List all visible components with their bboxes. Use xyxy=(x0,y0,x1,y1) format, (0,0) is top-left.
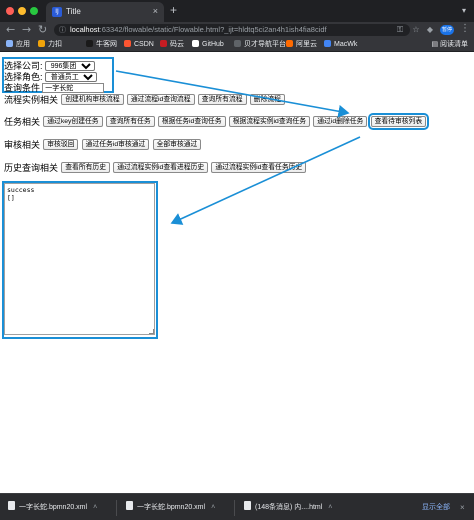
query-all-tasks-button[interactable]: 查询所有任务 xyxy=(105,116,155,127)
query-input[interactable] xyxy=(42,82,105,93)
download-item-1[interactable]: 一字长蛇.bpmn20.xml ˄ xyxy=(8,501,97,515)
bookmark-nav-platform[interactable]: 贝才导航平台 xyxy=(234,40,286,50)
divider xyxy=(234,500,235,516)
view-process-history-button[interactable]: 通过流程实例id查看进程历史 xyxy=(113,162,209,173)
review-section: 审核相关 审核驳回 通过任务id审核通过 全部审核通过 xyxy=(4,138,202,151)
extension-icon[interactable]: ◆ xyxy=(424,24,436,36)
role-select[interactable]: 普通员工 xyxy=(44,71,97,82)
address-bar[interactable]: ⓘ localhost:63342/flowable/static/Flowab… xyxy=(54,24,410,36)
reading-list-icon: ▤ xyxy=(431,41,440,48)
nav-platform-icon xyxy=(234,40,241,47)
tab-title: Title xyxy=(66,7,81,16)
view-task-history-button[interactable]: 通过流程实例id查看任务历史 xyxy=(211,162,307,173)
macwk-icon xyxy=(324,40,331,47)
history-section-label: 历史查询相关 xyxy=(4,163,59,173)
company-select[interactable]: 996集团 xyxy=(44,60,95,71)
file-icon xyxy=(126,501,133,510)
aliyun-icon xyxy=(286,40,293,47)
view-pending-review-list-button[interactable]: 查看待审核列表 xyxy=(367,113,430,130)
back-arrow-icon[interactable]: ← xyxy=(6,23,15,37)
create-review-process-button[interactable]: 创建机构审核流程 xyxy=(61,94,124,105)
download-item-2[interactable]: 一字长蛇.bpmn20.xml ˄ xyxy=(126,501,215,515)
nowcoder-icon xyxy=(86,40,93,47)
bookmark-macwk[interactable]: MacWk xyxy=(324,40,357,50)
profile-avatar[interactable]: 暂停 xyxy=(440,25,454,35)
file-icon xyxy=(8,501,15,510)
close-icon[interactable]: × xyxy=(460,501,465,515)
chevron-down-icon[interactable]: ˄ xyxy=(328,504,332,511)
leetcode-icon xyxy=(38,40,45,47)
delete-process-button[interactable]: 删除流程 xyxy=(249,94,285,105)
divider xyxy=(116,500,117,516)
window-titlebar: IJ Title × + ▾ xyxy=(0,0,474,22)
approve-all-button[interactable]: 全部审核通过 xyxy=(152,139,202,150)
tab-search-chevron-icon[interactable]: ▾ xyxy=(462,6,466,15)
approve-by-task-id-button[interactable]: 通过任务id审核通过 xyxy=(81,139,150,150)
bookmark-leetcode[interactable]: 力扣 xyxy=(38,40,62,50)
chevron-down-icon[interactable]: ˄ xyxy=(93,504,97,511)
show-all-downloads-link[interactable]: 显示全部 xyxy=(422,501,450,515)
page-content: 选择公司: 996集团 选择角色: 普通员工 查询条件 流程实例相关 创建机构审… xyxy=(0,53,474,493)
review-section-label: 审核相关 xyxy=(4,140,41,150)
bookmark-github[interactable]: GitHub xyxy=(192,40,224,50)
github-icon xyxy=(192,40,199,47)
apps-grid-icon xyxy=(6,40,13,47)
history-section: 历史查询相关 查看所有历史 通过流程实例id查看进程历史 通过流程实例id查看任… xyxy=(4,161,307,174)
view-all-history-button[interactable]: 查看所有历史 xyxy=(61,162,111,173)
more-menu-icon[interactable]: ⋮ xyxy=(460,23,470,34)
query-task-by-instance-id-button[interactable]: 根据流程实例id查询任务 xyxy=(228,116,311,127)
browser-tab[interactable]: IJ Title × xyxy=(46,2,164,22)
tab-close-icon[interactable]: × xyxy=(153,6,158,16)
bookmark-aliyun[interactable]: 阿里云 xyxy=(286,40,317,50)
delete-task-by-id-button[interactable]: 通过id删除任务 xyxy=(313,116,368,127)
query-all-processes-button[interactable]: 查询所有流程 xyxy=(197,94,247,105)
bookmark-nowcoder[interactable]: 牛客网 xyxy=(86,40,117,50)
csdn-icon xyxy=(124,40,131,47)
bookmark-csdn[interactable]: CSDN xyxy=(124,40,154,50)
textarea-resize-grip[interactable] xyxy=(149,329,154,334)
query-process-by-id-button[interactable]: 通过流程id查询流程 xyxy=(126,94,195,105)
process-section: 流程实例相关 创建机构审核流程 通过流程id查询流程 查询所有流程 删除流程 xyxy=(4,93,285,106)
task-section: 任务相关 通过key创建任务 查询所有任务 根据任务id查询任务 根据流程实例i… xyxy=(4,113,430,130)
bookmark-apps[interactable]: 应用 xyxy=(6,40,30,50)
minimize-window-button[interactable] xyxy=(18,7,26,15)
result-textarea[interactable]: success [] xyxy=(4,183,155,335)
task-section-label: 任务相关 xyxy=(4,117,41,127)
close-window-button[interactable] xyxy=(6,7,14,15)
url-path: :63342/flowable/static/Flowable.html?_ij… xyxy=(99,25,327,34)
reject-review-button[interactable]: 审核驳回 xyxy=(43,139,79,150)
file-icon xyxy=(244,501,251,510)
create-task-by-key-button[interactable]: 通过key创建任务 xyxy=(43,116,103,127)
key-icon[interactable]: ⚿ xyxy=(394,24,406,36)
forward-arrow-icon[interactable]: → xyxy=(22,23,31,37)
url-host: localhost xyxy=(70,25,100,34)
chevron-down-icon[interactable]: ˄ xyxy=(211,504,215,511)
bookmark-gitee[interactable]: 码云 xyxy=(160,40,184,50)
query-task-by-id-button[interactable]: 根据任务id查询任务 xyxy=(157,116,226,127)
bookmarks-bar: 应用 力扣 牛客网 CSDN 码云 GitHub 贝才导航平台 阿里云 MacW… xyxy=(0,38,474,52)
arrow-form-to-button xyxy=(115,70,350,118)
download-item-3[interactable]: (148条消息) 内....html ˄ xyxy=(244,501,332,515)
reading-list[interactable]: ▤ 阅读清单 xyxy=(431,40,468,50)
new-tab-button[interactable]: + xyxy=(170,4,177,16)
star-icon[interactable]: ☆ xyxy=(410,24,422,36)
process-section-label: 流程实例相关 xyxy=(4,95,59,105)
reload-icon[interactable]: ↻ xyxy=(38,23,47,37)
info-icon[interactable]: ⓘ xyxy=(59,24,66,36)
download-shelf: 一字长蛇.bpmn20.xml ˄ 一字长蛇.bpmn20.xml ˄ (148条消… xyxy=(0,493,474,520)
browser-toolbar: ← → ↻ ⓘ localhost:63342/flowable/static/… xyxy=(0,22,474,38)
maximize-window-button[interactable] xyxy=(30,7,38,15)
gitee-icon xyxy=(160,40,167,47)
intellij-favicon-icon: IJ xyxy=(52,7,62,17)
